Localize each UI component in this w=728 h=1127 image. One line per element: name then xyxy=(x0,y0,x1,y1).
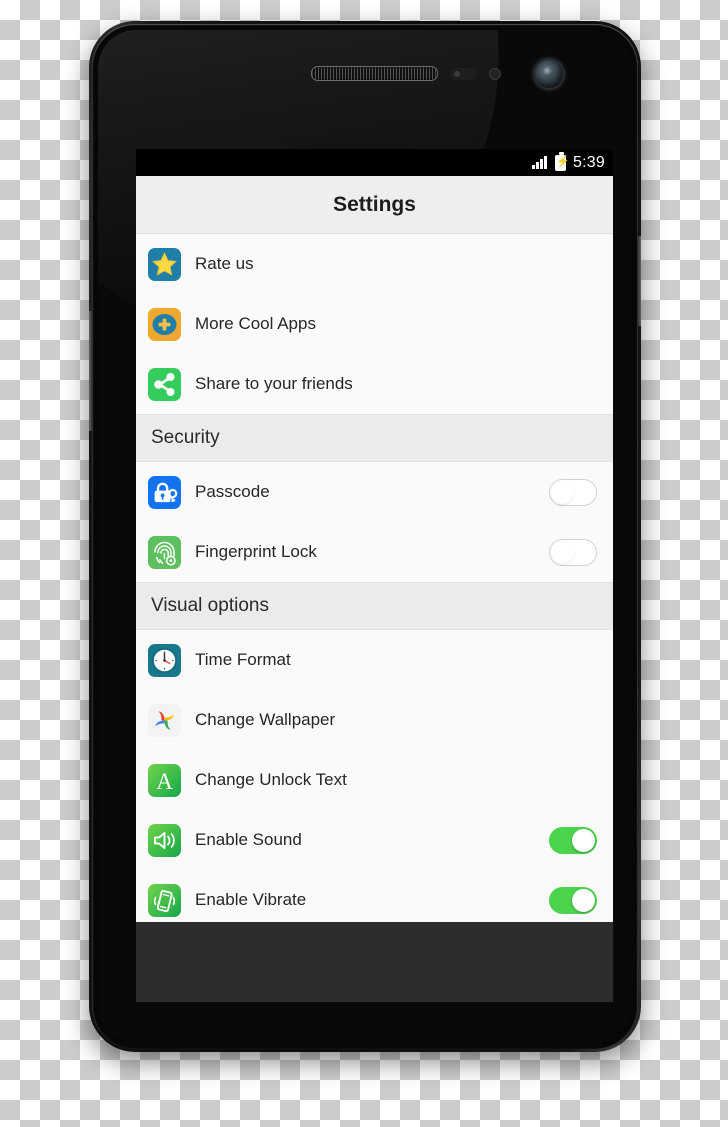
toggle-fingerprint-lock[interactable] xyxy=(549,538,597,566)
section-header-security: Security xyxy=(136,414,613,462)
list-row-enable-sound[interactable]: Enable Sound xyxy=(136,810,613,870)
section-header-visual-options: Visual options xyxy=(136,582,613,630)
toggle-passcode[interactable] xyxy=(549,478,597,506)
settings-list: Rate us More Cool Apps Share to your frien… xyxy=(136,234,613,1002)
volume-button[interactable] xyxy=(89,311,92,431)
toggle-knob xyxy=(551,480,574,504)
status-bar-clock: 5:39 xyxy=(573,153,605,171)
row-label-time-format: Time Format xyxy=(195,650,291,669)
app-title-bar: Settings xyxy=(136,176,613,234)
vibrate-phone-icon xyxy=(148,883,181,917)
list-row-passcode[interactable]: Passcode xyxy=(136,462,613,522)
list-row-share[interactable]: Share to your friends xyxy=(136,354,613,414)
row-label-change-wallpaper: Change Wallpaper xyxy=(195,710,336,729)
list-row-change-wallpaper[interactable]: Change Wallpaper xyxy=(136,690,613,750)
row-label-enable-vibrate: Enable Vibrate xyxy=(195,890,307,909)
list-row-more-cool-apps[interactable]: More Cool Apps xyxy=(136,294,613,354)
toggle-enable-vibrate[interactable] xyxy=(549,886,597,914)
status-bar: ⚡ 5:39 xyxy=(136,149,613,176)
row-label-share: Share to your friends xyxy=(195,374,353,393)
toggle-knob xyxy=(572,888,595,912)
list-row-rate-us[interactable]: Rate us xyxy=(136,234,613,294)
battery-charging-icon: ⚡ xyxy=(555,152,570,171)
row-label-more-cool-apps: More Cool Apps xyxy=(195,314,316,333)
list-row-fingerprint-lock[interactable]: Fingerprint Lock xyxy=(136,522,613,582)
clock-icon xyxy=(148,643,181,677)
phone-device: ⚡ 5:39 Settings Rate us More Cool Apps Sha… xyxy=(89,21,641,1052)
speaker-icon xyxy=(148,823,181,857)
svg-text:A: A xyxy=(156,769,173,794)
power-button[interactable] xyxy=(638,236,641,326)
list-row-time-format[interactable]: Time Format xyxy=(136,630,613,690)
toggle-knob xyxy=(572,828,595,852)
fingerprint-icon xyxy=(148,535,181,569)
row-label-enable-sound: Enable Sound xyxy=(195,830,302,849)
front-camera-icon xyxy=(535,60,563,88)
toggle-enable-sound[interactable] xyxy=(549,826,597,854)
signal-bars-icon xyxy=(532,155,549,170)
phone-glass-front: ⚡ 5:39 Settings Rate us More Cool Apps Sha… xyxy=(98,30,632,1043)
toggle-knob xyxy=(551,540,574,564)
proximity-sensor-icon xyxy=(450,68,477,80)
system-navigation-area xyxy=(136,922,613,1002)
row-label-fingerprint-lock: Fingerprint Lock xyxy=(195,542,317,561)
row-label-rate-us: Rate us xyxy=(195,254,254,273)
star-icon xyxy=(148,247,181,281)
battery-bolt-glyph: ⚡ xyxy=(556,155,570,168)
phone-screen: ⚡ 5:39 Settings Rate us More Cool Apps Sha… xyxy=(136,149,613,1002)
earpiece-speaker-icon xyxy=(311,66,438,81)
plus-circle-icon xyxy=(148,307,181,341)
list-row-change-unlock-text[interactable]: A Change Unlock Text xyxy=(136,750,613,810)
share-icon xyxy=(148,367,181,401)
light-sensor-icon xyxy=(489,68,501,80)
photos-pinwheel-icon xyxy=(148,703,181,737)
lock-key-icon xyxy=(148,475,181,509)
row-label-change-unlock-text: Change Unlock Text xyxy=(195,770,347,789)
row-label-passcode: Passcode xyxy=(195,482,270,501)
page-title: Settings xyxy=(333,192,416,216)
list-row-enable-vibrate[interactable]: Enable Vibrate xyxy=(136,870,613,930)
letter-a-icon: A xyxy=(148,763,181,797)
